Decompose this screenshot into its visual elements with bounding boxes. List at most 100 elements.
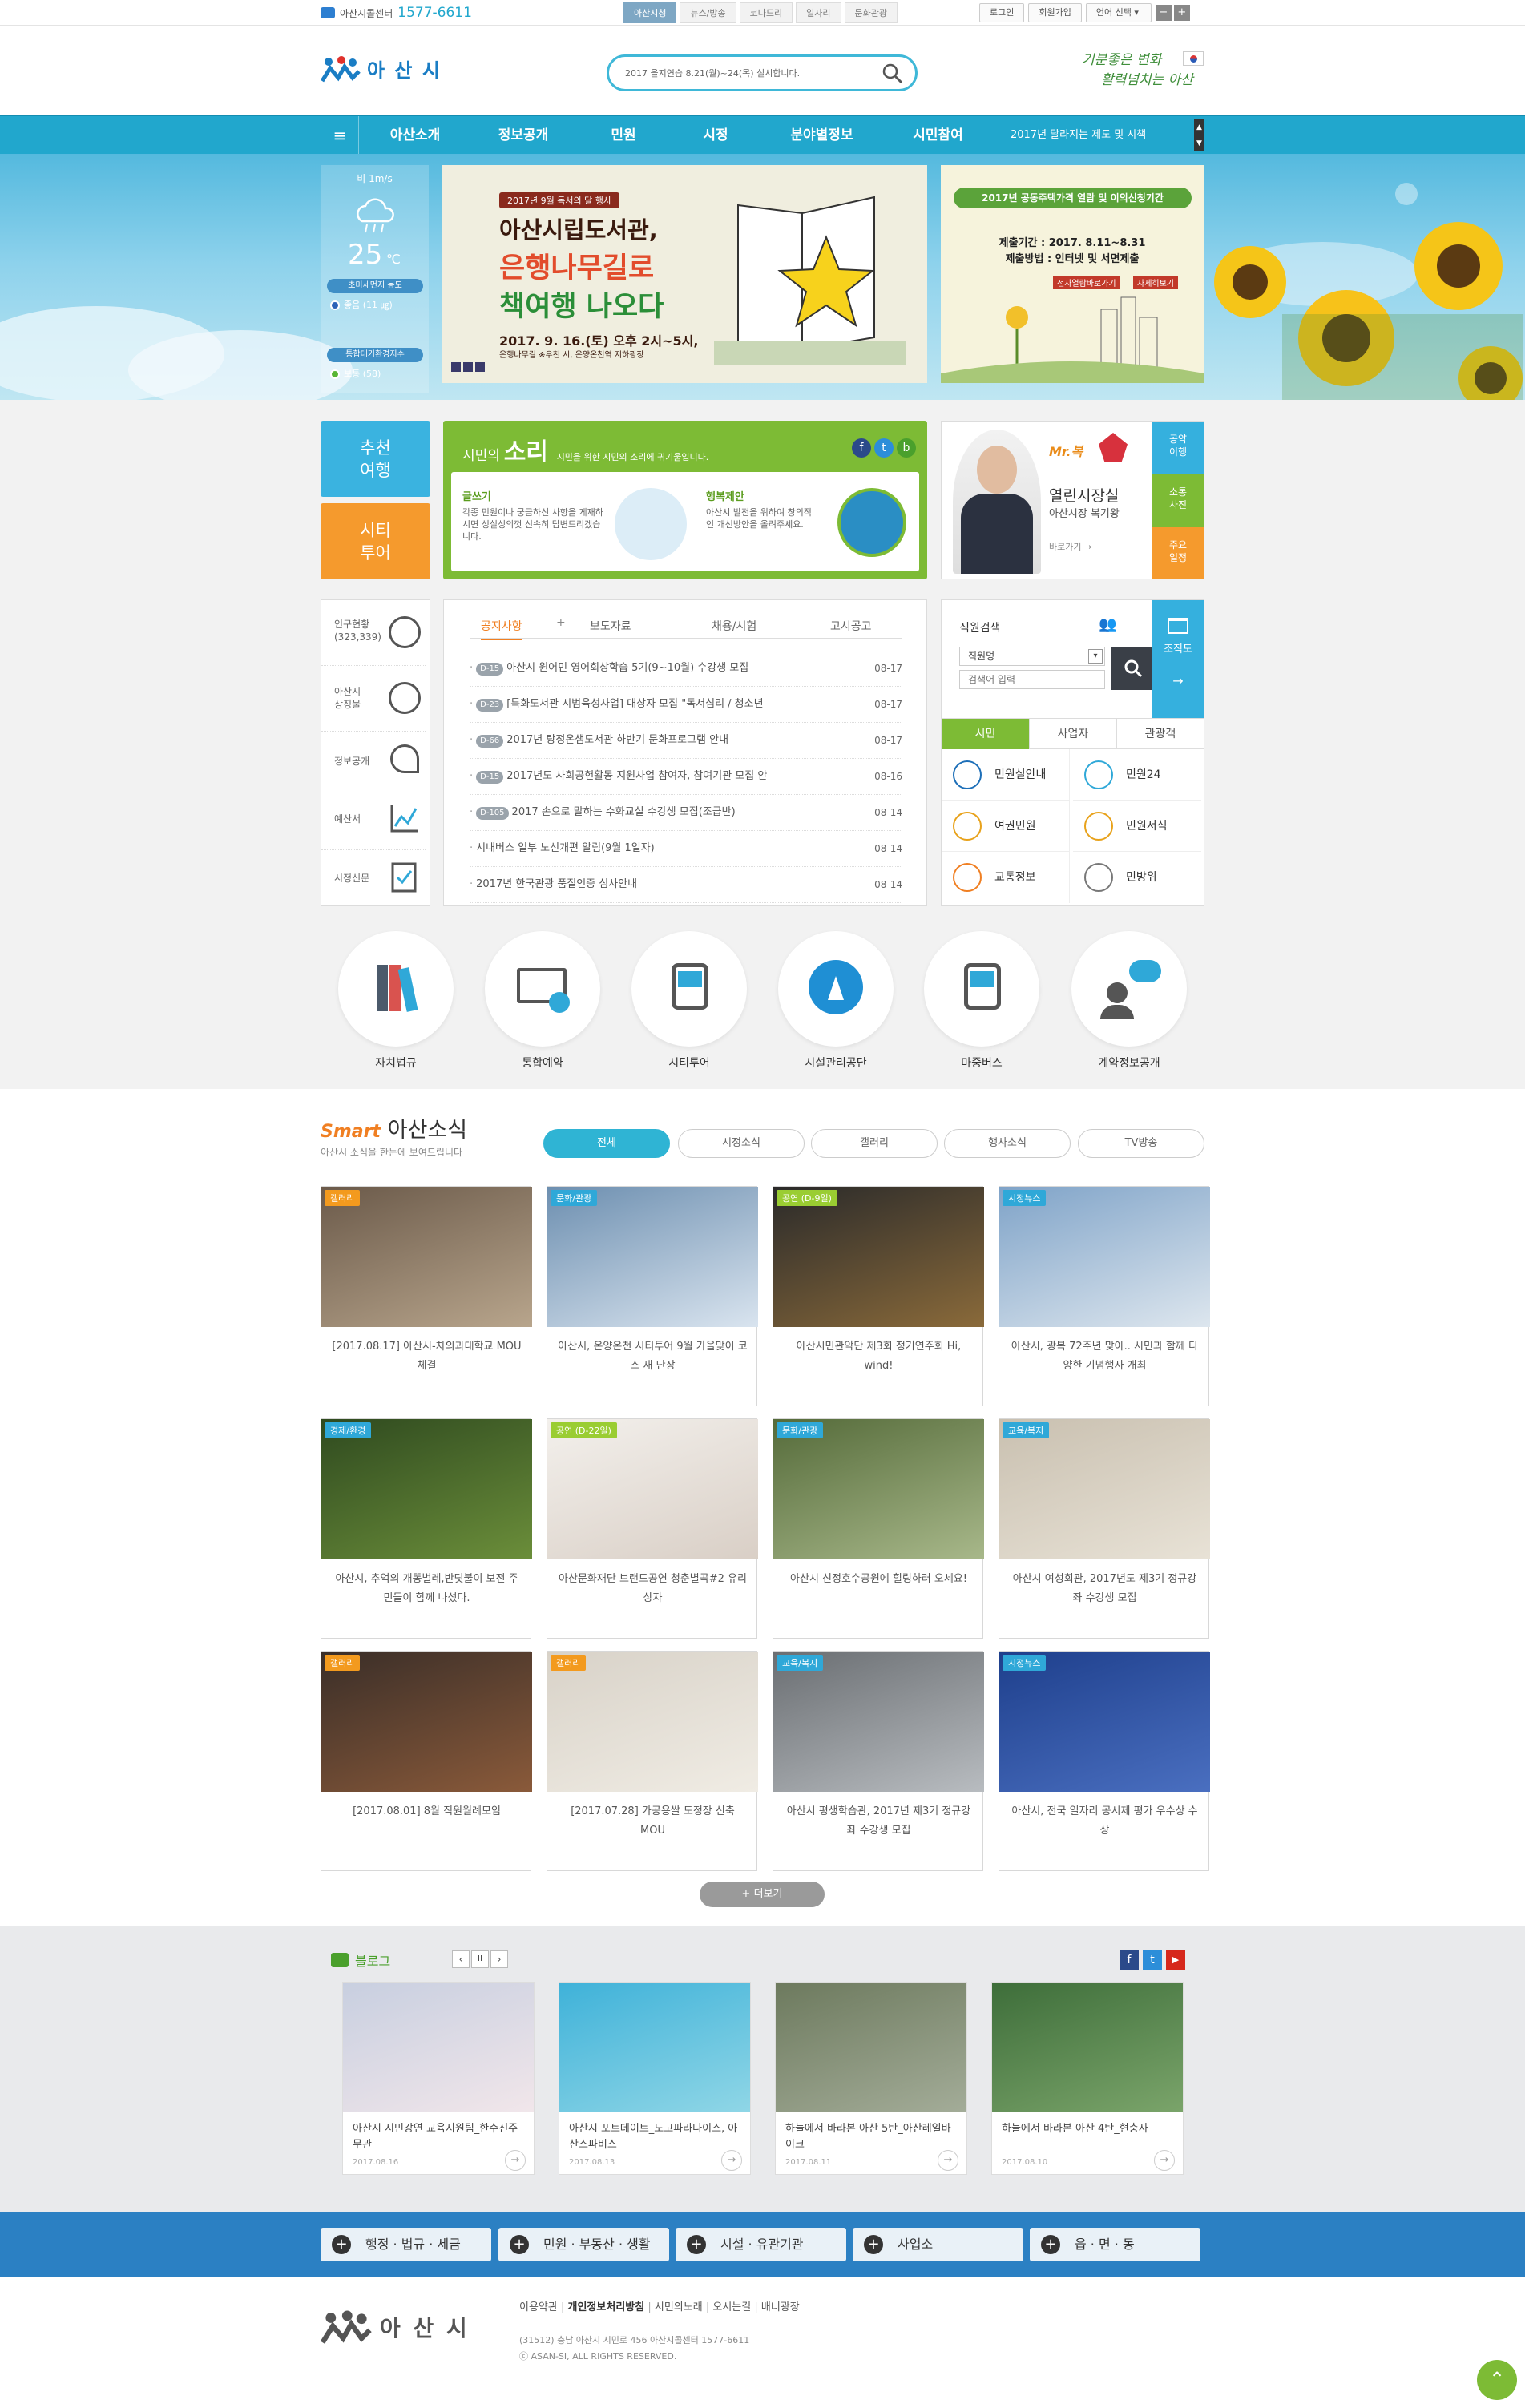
side-banner[interactable]: 2017년 공동주택가격 열람 및 이의신청기간 제출기간 : 2017. 8.… <box>941 165 1204 383</box>
bylaws-icon[interactable] <box>338 931 454 1047</box>
tab-business[interactable]: 사업자 <box>1029 719 1116 749</box>
e-view-button[interactable]: 전자열람바로가기 <box>1053 276 1120 289</box>
voice-write[interactable]: 글쓰기 각종 민원이나 궁금하신 사항을 게재하시면 성실성의껏 신속히 답변드… <box>462 488 695 560</box>
site-tab-jobs[interactable]: 일자리 <box>796 2 841 23</box>
citytour-icon[interactable] <box>631 931 747 1047</box>
footer-quick-office[interactable]: + 사업소 <box>853 2228 1023 2261</box>
nav-item-participation[interactable]: 시민참여 <box>884 116 992 155</box>
mayor-promises-button[interactable]: 공약 이행 <box>1152 422 1204 474</box>
footer-quick-admin[interactable]: + 행정 · 법규 · 세금 <box>321 2228 491 2261</box>
staff-search-input[interactable] <box>959 670 1105 689</box>
notice-row[interactable]: · 2017년 한국관광 품질인증 심사안내 08-14 <box>470 866 902 903</box>
more-icon[interactable]: → <box>505 2150 526 2171</box>
blog-prev-button[interactable]: ‹ <box>452 1950 470 1968</box>
facility-icon[interactable] <box>778 931 894 1047</box>
news-card[interactable]: 시정뉴스 아산시, 전국 일자리 공시제 평가 우수상 수상 <box>999 1651 1210 1871</box>
news-more-button[interactable]: + 더보기 <box>700 1882 825 1907</box>
footer-link-privacy[interactable]: 개인정보처리방침 <box>568 2301 645 2313</box>
tab-citizen[interactable]: 시민 <box>942 719 1029 749</box>
tab-tourist[interactable]: 관광객 <box>1116 719 1204 749</box>
staff-select[interactable]: 직원명 ▾ <box>959 647 1105 666</box>
next-icon[interactable] <box>475 362 485 372</box>
site-tab-konadri[interactable]: 코나드리 <box>739 2 793 23</box>
join-button[interactable]: 회원가입 <box>1028 3 1082 22</box>
logo[interactable]: 아 산 시 <box>321 54 442 83</box>
news-card[interactable]: 경제/환경 아산시, 추억의 개똥벌레,반딧불이 보전 주민들이 함께 나섰다. <box>321 1418 532 1639</box>
news-card[interactable]: 교육/복지 아산시 평생학습관, 2017년 제3기 정규강좌 수강생 모집 <box>773 1651 984 1871</box>
notice-more-button[interactable]: + <box>556 616 566 629</box>
tab-press[interactable]: 보도자료 <box>590 618 631 634</box>
nav-item-civil[interactable]: 민원 <box>575 116 672 155</box>
bus-service-icon[interactable] <box>924 931 1039 1047</box>
staff-search-button[interactable] <box>1111 647 1155 690</box>
more-icon[interactable]: → <box>1154 2150 1175 2171</box>
svc-traffic[interactable]: 교통정보 <box>942 852 1070 903</box>
filter-gallery[interactable]: 갤러리 <box>811 1129 938 1158</box>
footer-quick-civil[interactable]: + 민원 · 부동산 · 생활 <box>498 2228 669 2261</box>
blog-card[interactable]: 하늘에서 바라본 아산 5탄_아산레일바이크 2017.08.11 → <box>775 1982 967 2175</box>
svc-civil-office[interactable]: 민원실안내 <box>942 749 1070 801</box>
news-card[interactable]: 교육/복지 아산시 여성회관, 2017년도 제3기 정규강좌 수강생 모집 <box>999 1418 1210 1639</box>
site-tab-tour[interactable]: 문화관광 <box>844 2 898 23</box>
notice-row[interactable]: · D-15 아산시 원어민 영어회상학습 5기(9~10월) 수강생 모집 08-1… <box>470 650 902 687</box>
news-card[interactable]: 공연 (D-22일) 아산문화재단 브랜드공연 청춘별곡#2 유리상자 <box>547 1418 758 1639</box>
twitter-icon[interactable]: t <box>1143 1950 1162 1970</box>
notice-row[interactable]: · D-23 [특화도서관 시범육성사업] 대상자 모집 "독서심리 / 청소년 08… <box>470 686 902 723</box>
voice-proposal[interactable]: 행복제안 아산시 발전을 위하여 창의적인 개선방안을 올려주세요. <box>706 488 914 560</box>
site-tab-news[interactable]: 뉴스/방송 <box>680 2 736 23</box>
filter-admin-news[interactable]: 시정소식 <box>678 1129 805 1158</box>
footer-link-terms[interactable]: 이용약관 <box>519 2301 558 2313</box>
tab-announce[interactable]: 고시공고 <box>830 618 872 634</box>
svc-forms[interactable]: 민원서식 <box>1073 801 1201 852</box>
quick-label-bus[interactable]: 마중버스 <box>918 1055 1046 1071</box>
footer-quick-towns[interactable]: + 읍 · 면 · 동 <box>1030 2228 1200 2261</box>
mayor-link[interactable]: 바로가기 → <box>1049 540 1091 553</box>
quick-label-facility[interactable]: 시설관리공단 <box>772 1055 900 1071</box>
nav-item-info[interactable]: 정보공개 <box>471 116 575 155</box>
facebook-icon[interactable]: f <box>852 438 871 458</box>
zoom-out-button[interactable]: − <box>1155 5 1172 21</box>
language-select[interactable]: 언어 선택 ▾ <box>1085 3 1152 22</box>
filter-tv[interactable]: TV방송 <box>1078 1129 1204 1158</box>
twitter-icon[interactable]: t <box>874 438 894 458</box>
mayor-schedule-button[interactable]: 주요 일정 <box>1152 527 1204 579</box>
svc-passport[interactable]: 여권민원 <box>942 801 1070 852</box>
footer-link-song[interactable]: 시민의노래 <box>655 2301 703 2313</box>
svc-civil-defense[interactable]: 민방위 <box>1073 852 1201 903</box>
news-card[interactable]: 시정뉴스 아산시, 광복 72주년 맞아.. 시민과 함께 다양한 기념행사 개최 <box>999 1186 1210 1406</box>
news-card[interactable]: 공연 (D-9일) 아산시민관악단 제3회 정기연주회 Hi, wind! <box>773 1186 984 1406</box>
side-link-info[interactable]: 정보공개 <box>321 732 426 789</box>
menu-icon[interactable]: ≡ <box>321 116 359 155</box>
org-chart-button[interactable]: 조직도 → <box>1152 600 1204 724</box>
blog-card[interactable]: 아산시 시민강연 교육지원팀_한수진주무관 2017.08.16 → <box>342 1982 535 2175</box>
notice-row[interactable]: · D-15 2017년도 사회공헌활동 지원사업 참여자, 참여기관 모집 안 08… <box>470 758 902 795</box>
tab-recruit[interactable]: 채용/시험 <box>712 618 756 634</box>
scroll-top-button[interactable]: ⌃ <box>1477 2360 1517 2400</box>
tab-notice[interactable]: 공지사항 <box>481 618 522 640</box>
more-icon[interactable]: → <box>721 2150 742 2171</box>
side-link-budget[interactable]: 예산서 <box>321 789 426 850</box>
more-icon[interactable]: → <box>938 2150 958 2171</box>
search-input[interactable] <box>625 65 865 81</box>
recommended-travel-button[interactable]: 추천 여행 <box>321 421 430 497</box>
detail-button[interactable]: 자세히보기 <box>1133 276 1178 289</box>
notice-row[interactable]: · 시내버스 일부 노선개편 알림(9월 1일자) 08-14 <box>470 830 902 867</box>
search-icon[interactable] <box>882 63 904 85</box>
blog-card[interactable]: 아산시 포트데이트_도고파라다이스, 아산스파비스 2017.08.13 → <box>559 1982 751 2175</box>
youtube-icon[interactable]: ▶ <box>1166 1950 1185 1970</box>
footer-link-directions[interactable]: 오시는길 <box>712 2301 751 2313</box>
blog-next-button[interactable]: › <box>490 1950 508 1968</box>
footer-quick-facility[interactable]: + 시설 · 유관기관 <box>676 2228 846 2261</box>
side-link-symbol[interactable]: 아산시 상징물 <box>321 666 426 732</box>
news-card[interactable]: 문화/관광 아산시, 온양온천 시티투어 9월 가을맞이 코스 새 단장 <box>547 1186 758 1406</box>
notice-row[interactable]: · D-66 2017년 탕정온샘도서관 하반기 문화프로그램 안내 08-17 <box>470 722 902 759</box>
nav-item-intro[interactable]: 아산소개 <box>359 116 471 155</box>
side-link-population[interactable]: 인구현황 (323,339) <box>321 600 426 666</box>
blog-card[interactable]: 하늘에서 바라본 아산 4탄_현충사 2017.08.10 → <box>991 1982 1184 2175</box>
site-tab-asan[interactable]: 아산시청 <box>623 2 677 23</box>
quick-label-reservation[interactable]: 통합예약 <box>478 1055 607 1071</box>
nav-notice-arrows[interactable]: ▲ ▼ <box>1194 119 1204 151</box>
blog-pause-button[interactable]: II <box>471 1950 489 1968</box>
news-card[interactable]: 갤러리 [2017.08.17] 아산시-차의과대학교 MOU체결 <box>321 1186 532 1406</box>
zoom-in-button[interactable]: + <box>1173 5 1190 21</box>
